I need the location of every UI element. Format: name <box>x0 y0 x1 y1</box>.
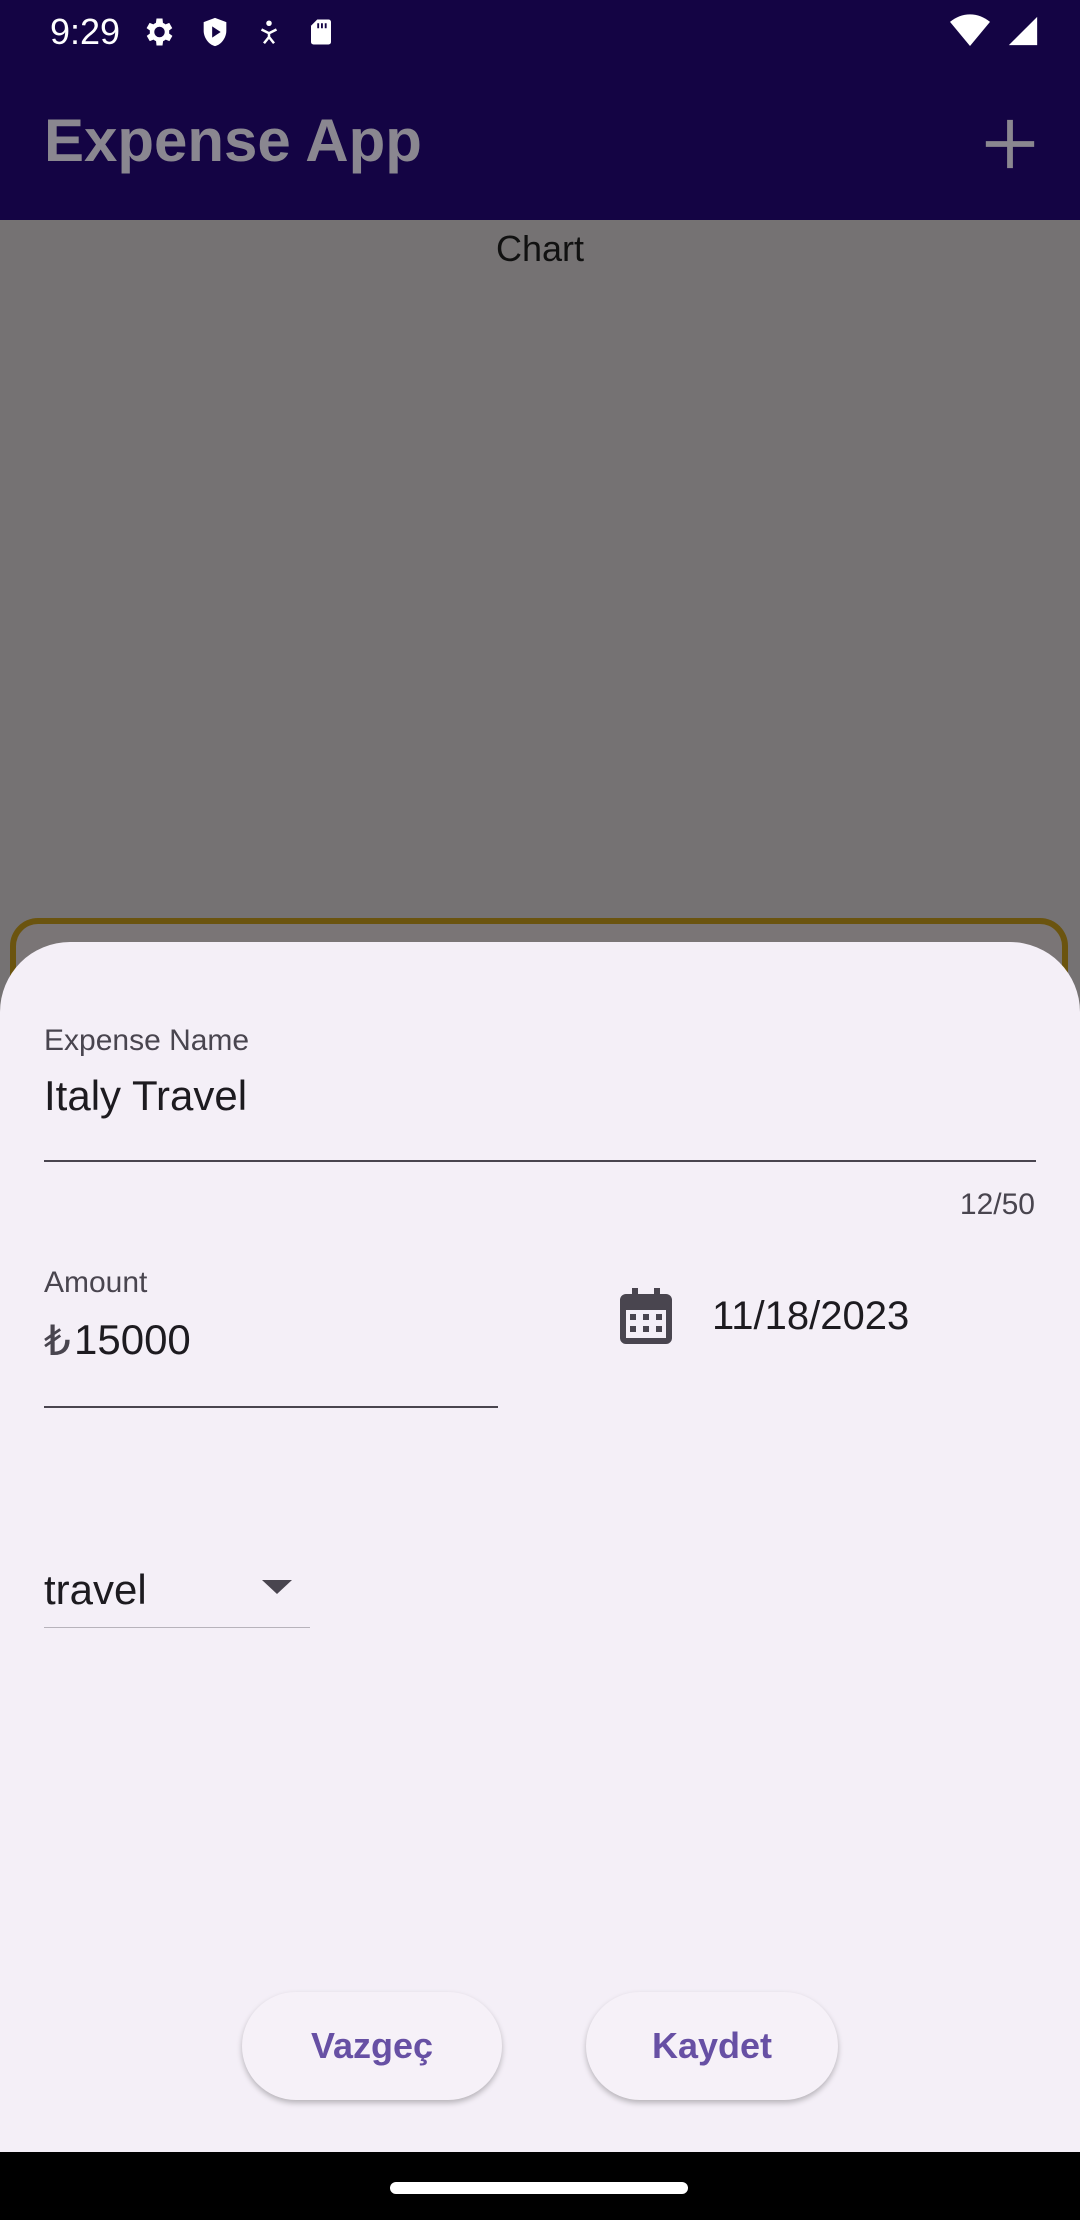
currency-prefix: ₺ <box>44 1317 71 1364</box>
signal-icon <box>1006 14 1040 53</box>
status-icons-right <box>950 14 1040 53</box>
navigation-bar <box>0 2152 1080 2220</box>
settings-icon <box>140 14 176 55</box>
calendar-icon[interactable] <box>620 1288 672 1344</box>
amount-input[interactable]: 15000 <box>74 1316 191 1364</box>
selected-date: 11/18/2023 <box>712 1294 910 1338</box>
status-icons-left <box>140 14 336 55</box>
category-dropdown[interactable]: travel <box>44 1552 310 1628</box>
new-expense-sheet: Expense Name Italy Travel 12/50 Amount ₺… <box>0 942 1080 2152</box>
wifi-icon <box>950 14 990 53</box>
amount-label: Amount <box>44 1266 148 1299</box>
expense-name-underline <box>44 1160 1036 1162</box>
background-content: Chart <box>0 220 1080 940</box>
expense-name-counter: 12/50 <box>959 1188 1035 1221</box>
play-protect-icon <box>198 14 232 55</box>
add-icon <box>981 115 1039 178</box>
app-title: Expense App <box>44 107 422 174</box>
status-time: 9:29 <box>50 11 121 52</box>
save-button[interactable]: Kaydet <box>586 1992 838 2100</box>
arrow-drop-down-icon <box>262 1580 292 1601</box>
app-bar: Expense App <box>0 66 1080 220</box>
category-selected-value: travel <box>44 1566 147 1613</box>
add-expense-button[interactable] <box>970 106 1050 186</box>
home-gesture-handle[interactable] <box>390 2182 688 2194</box>
chart-placeholder-label: Chart <box>495 228 585 269</box>
dropdown-underline <box>44 1627 310 1628</box>
sd-card-icon <box>306 15 336 54</box>
status-bar: 9:29 <box>0 0 1080 66</box>
amount-underline <box>44 1406 498 1408</box>
cancel-button[interactable]: Vazgeç <box>242 1992 502 2100</box>
expense-name-label: Expense Name <box>44 1024 250 1057</box>
accessibility-icon <box>254 15 284 54</box>
expense-name-input[interactable]: Italy Travel <box>44 1072 247 1120</box>
